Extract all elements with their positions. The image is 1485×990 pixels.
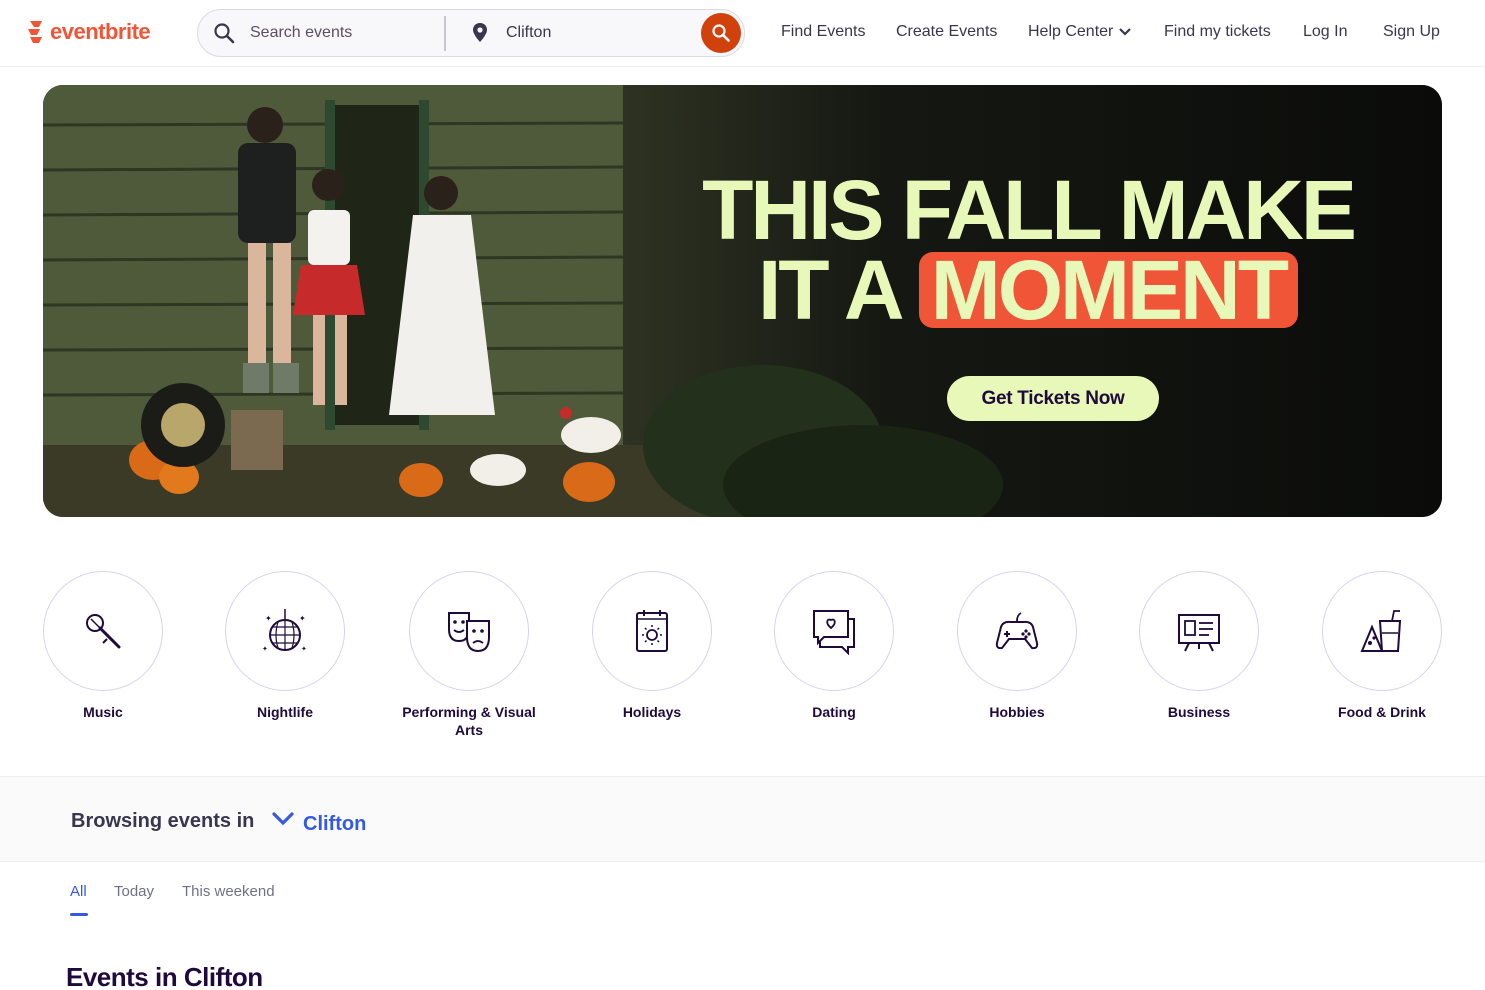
search-icon [214, 23, 235, 44]
tab-today[interactable]: Today [114, 883, 154, 900]
category-dating[interactable]: Dating [754, 571, 914, 721]
nav-sign-up[interactable]: Sign Up [1383, 23, 1440, 41]
food-drink-icon [1360, 610, 1402, 652]
microphone-icon [86, 614, 121, 649]
hero-headline-prefix: IT A [757, 243, 919, 337]
category-label: Food & Drink [1338, 704, 1426, 720]
nav-find-my-tickets[interactable]: Find my tickets [1164, 23, 1271, 41]
calendar-sun-icon [636, 610, 668, 652]
category-icon-circle [1139, 571, 1259, 691]
browse-city-selector[interactable]: Clifton [303, 813, 366, 836]
hero-headline-highlight: MOMENT [918, 248, 1299, 332]
search-submit-icon [712, 24, 730, 42]
active-tab-indicator [70, 913, 88, 916]
chat-heart-icon [813, 610, 855, 655]
svg-text:✦: ✦ [265, 614, 272, 623]
category-business[interactable]: Business [1119, 571, 1279, 721]
help-center-label: Help Center [1028, 23, 1114, 40]
logo-wordmark: eventbrite [50, 19, 151, 44]
hero-headline-line1: THIS FALL MAKE [702, 163, 1357, 257]
svg-text:✦: ✦ [262, 645, 268, 653]
search-divider [444, 16, 446, 51]
nav-help-center[interactable]: Help Center [1028, 23, 1132, 41]
svg-text:✦: ✦ [299, 614, 306, 623]
category-holidays[interactable]: Holidays [572, 571, 732, 721]
theater-masks-icon [448, 612, 490, 653]
chevron-down-icon[interactable] [272, 811, 294, 827]
category-icon-circle [957, 571, 1077, 691]
events-heading: Events in Clifton [66, 962, 263, 990]
category-label: Holidays [622, 704, 682, 720]
category-icon-circle [592, 571, 712, 691]
hero-headline: THIS FALL MAKE IT A MOMENT [663, 163, 1393, 332]
nav-find-events[interactable]: Find Events [781, 23, 865, 41]
tab-all[interactable]: All [70, 883, 87, 900]
nav-log-in[interactable]: Log In [1303, 23, 1347, 41]
category-icon-circle [1322, 571, 1442, 691]
category-label: Performing & Visual Arts [402, 704, 536, 738]
category-icon-circle [409, 571, 529, 691]
category-label: Music [83, 704, 123, 720]
hero-headline-line2: IT A MOMENT [663, 248, 1393, 332]
category-label: Nightlife [257, 704, 313, 720]
disco-ball-icon: ✦ ✦ ✦ ✦ [262, 609, 307, 653]
svg-text:✦: ✦ [301, 645, 307, 653]
category-performing-visual-arts[interactable]: Performing & Visual Arts [389, 571, 549, 739]
presentation-board-icon [1178, 614, 1220, 652]
location-input[interactable] [506, 22, 686, 44]
hero-banner[interactable]: THIS FALL MAKE IT A MOMENT Get Tickets N… [43, 85, 1442, 517]
browse-location-bar: Browsing events in Clifton [0, 776, 1485, 862]
location-pin-icon [473, 23, 487, 42]
category-music[interactable]: Music [23, 571, 183, 721]
category-nightlife[interactable]: ✦ ✦ ✦ ✦ Nightlife [205, 571, 365, 721]
category-icon-circle: ✦ ✦ ✦ ✦ [225, 571, 345, 691]
chevron-down-icon [1119, 27, 1132, 36]
event-search-area [198, 10, 445, 56]
nav-create-events[interactable]: Create Events [896, 23, 997, 41]
category-label: Dating [812, 704, 856, 720]
category-icon-circle [43, 571, 163, 691]
tab-this-weekend[interactable]: This weekend [182, 883, 275, 900]
top-header: eventbrite Find Events Create Events Hel… [0, 0, 1485, 67]
get-tickets-now-button[interactable]: Get Tickets Now [947, 376, 1159, 421]
category-icon-circle [774, 571, 894, 691]
category-food-drink[interactable]: Food & Drink [1302, 571, 1462, 721]
gamepad-icon [995, 612, 1039, 650]
category-label: Business [1167, 704, 1231, 720]
browse-label: Browsing events in [71, 810, 255, 832]
eventbrite-logo-icon [28, 21, 42, 43]
eventbrite-logo[interactable]: eventbrite [26, 19, 151, 45]
search-events-input[interactable] [250, 22, 430, 44]
search-bar [197, 9, 745, 57]
category-label: Hobbies [989, 704, 1045, 720]
search-button[interactable] [701, 13, 741, 53]
category-hobbies[interactable]: Hobbies [937, 571, 1097, 721]
